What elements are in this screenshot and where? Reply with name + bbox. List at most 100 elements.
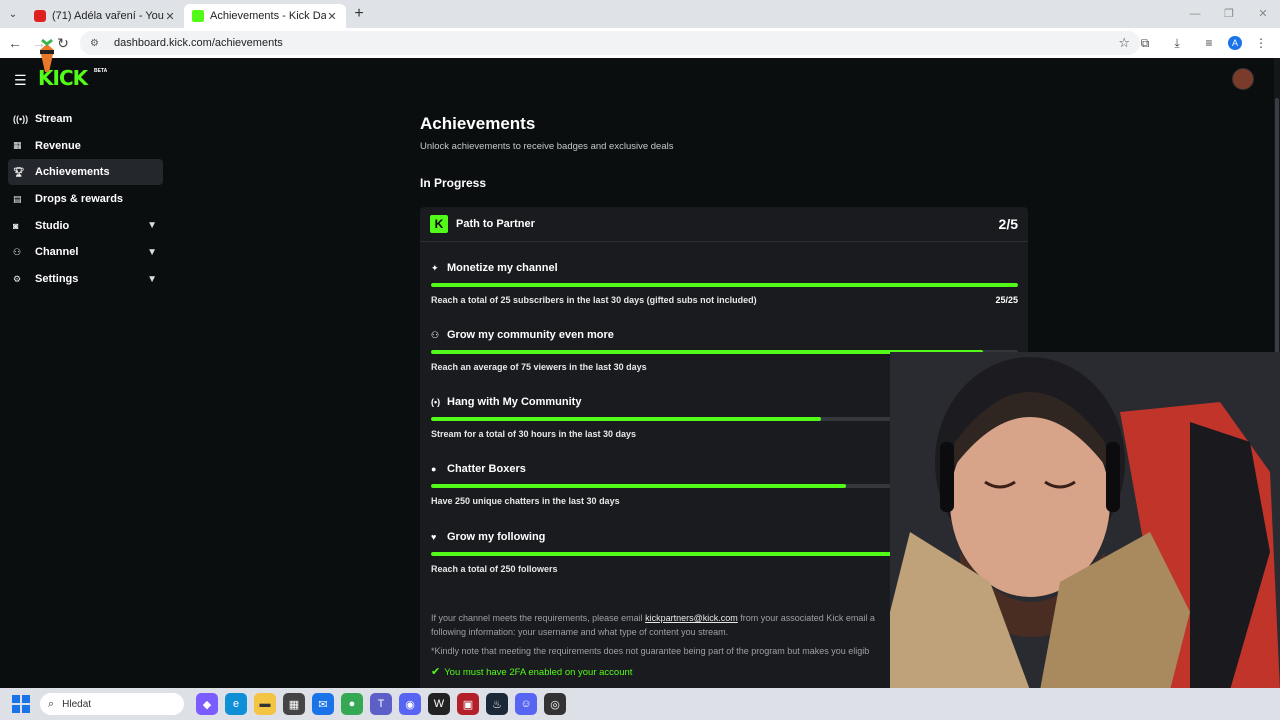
file-explorer-icon[interactable]: ▬	[254, 693, 276, 715]
partner-email-link[interactable]: kickpartners@kick.com	[645, 613, 738, 623]
minimize-icon[interactable]: —	[1178, 0, 1212, 28]
partner-note: If your channel meets the requirements, …	[431, 613, 875, 623]
users-plus-icon: ⚇	[431, 329, 440, 340]
windows-start-icon[interactable]	[12, 695, 30, 713]
card-header[interactable]: K Path to Partner 2/5	[420, 207, 1028, 242]
mail-icon[interactable]: ✉	[312, 693, 334, 715]
edge-icon[interactable]: e	[225, 693, 247, 715]
progress-fill	[431, 283, 1018, 287]
browser-tab-youtube[interactable]: (71) Adéla vaření - YouTube ✕	[26, 4, 184, 28]
browser-menu-icon[interactable]: ⋮	[1248, 36, 1274, 50]
sidebar-item-revenue[interactable]: ▦ Revenue	[8, 133, 163, 159]
sidebar-item-label: Revenue	[35, 139, 81, 152]
requirement-text: You must have 2FA enabled on your accoun…	[444, 667, 633, 678]
progress-fill	[431, 417, 822, 421]
chrome-icon[interactable]: ●	[341, 693, 363, 715]
back-button[interactable]: ←	[3, 35, 27, 51]
sidebar-item-label: Settings	[35, 273, 79, 286]
carrot-mascot-icon	[40, 38, 54, 72]
copilot-icon[interactable]: ◆	[196, 693, 218, 715]
sidebar-item-studio[interactable]: ◙ Studio ▼	[8, 213, 163, 239]
sidebar-item-drops-rewards[interactable]: ▤ Drops & rewards	[8, 186, 163, 212]
card-count: 2/5	[998, 216, 1018, 232]
card-title: Path to Partner	[456, 218, 535, 230]
sidebar-item-channel[interactable]: ⚇ Channel ▼	[8, 239, 163, 265]
sidebar-item-label: Studio	[35, 219, 70, 232]
sparkle-icon: ✦	[431, 262, 439, 273]
site-info-icon[interactable]: ⚙	[90, 38, 104, 49]
window-controls: — ❐ ✕	[1178, 0, 1280, 28]
taskbar-search[interactable]: ⌕ Hledat	[40, 693, 184, 715]
profile-avatar[interactable]: A	[1228, 36, 1242, 50]
store-icon[interactable]: ▦	[283, 693, 305, 715]
achievement-description: Reach a total of 25 subscribers in the l…	[431, 295, 757, 305]
app-icon[interactable]: ◉	[399, 693, 421, 715]
new-tab-button[interactable]: +	[346, 5, 372, 23]
maximize-icon[interactable]: ❐	[1212, 0, 1246, 28]
broadcast-icon: ((•))	[13, 114, 29, 124]
kick-logo[interactable]: KICK BETA	[38, 38, 107, 90]
hamburger-menu-icon[interactable]: ☰	[14, 72, 27, 89]
achievement-name: Monetize my channel	[447, 262, 558, 274]
sidebar-item-settings[interactable]: ⚙ Settings ▼	[8, 266, 163, 292]
sidebar: ((•)) Stream ▦ Revenue 🏆︎ Achievements ▤…	[8, 106, 163, 293]
browser-tab-strip: ⌄ (71) Adéla vaření - YouTube ✕ Achievem…	[0, 0, 1280, 28]
obs-icon[interactable]: ◎	[544, 693, 566, 715]
achievement-name: Hang with My Community	[447, 396, 582, 408]
reading-list-icon[interactable]: ≡	[1196, 36, 1222, 50]
tab-title: Achievements - Kick Dashboard	[210, 10, 326, 22]
steam-icon[interactable]: ♨	[486, 693, 508, 715]
gear-icon: ⚙	[13, 273, 22, 284]
tab-search-chevron-icon[interactable]: ⌄	[0, 0, 26, 28]
chat-bubble-icon: ●	[431, 464, 437, 474]
close-window-icon[interactable]: ✕	[1246, 0, 1280, 28]
teams-icon[interactable]: T	[370, 693, 392, 715]
achievement-item: ✦ Monetize my channel Reach a total of 25…	[431, 262, 1018, 305]
achievement-name: Grow my community even more	[447, 329, 614, 341]
achievement-name: Chatter Boxers	[447, 463, 526, 475]
tab-title: (71) Adéla vaření - YouTube	[52, 10, 164, 22]
kick-icon	[192, 10, 204, 22]
chevron-down-icon: ▼	[147, 273, 157, 285]
note-suffix: from your associated Kick email a	[737, 613, 875, 623]
close-icon[interactable]: ✕	[326, 10, 338, 23]
note-prefix: If your channel meets the requirements, …	[431, 613, 646, 623]
browser-toolbar: ← → ↻ ⚙ dashboard.kick.com/achievements …	[0, 28, 1280, 58]
achievement-item: ⚇ Grow my community even more Reach an av…	[431, 329, 1018, 372]
chart-icon: ▦	[13, 140, 22, 151]
requirement-2fa: ✔ You must have 2FA enabled on your accou…	[431, 665, 632, 678]
address-bar[interactable]: ⚙ dashboard.kick.com/achievements ☆	[80, 31, 1140, 55]
sidebar-item-label: Channel	[35, 246, 79, 259]
achievement-description: Stream for a total of 30 hours in the la…	[431, 429, 637, 439]
sidebar-item-label: Achievements	[35, 166, 110, 179]
windows-taskbar: ⌕ Hledat ◆ e ▬ ▦ ✉ ● T ◉ W ▣ ♨ ☺ ◎	[0, 688, 1280, 720]
search-placeholder: Hledat	[62, 698, 92, 710]
chevron-down-icon: ▼	[147, 220, 157, 232]
discord-icon[interactable]: ☺	[515, 693, 537, 715]
progress-fill	[431, 484, 846, 488]
beta-badge: BETA	[94, 68, 108, 74]
user-avatar[interactable]	[1232, 68, 1254, 90]
broadcast-icon: (•)	[431, 397, 441, 407]
search-icon: ⌕	[48, 697, 55, 710]
sidebar-item-achievements[interactable]: 🏆︎ Achievements	[8, 159, 163, 186]
download-icon[interactable]: ⤓	[1164, 36, 1190, 51]
youtube-icon	[34, 10, 46, 22]
progress-bar	[431, 283, 1018, 287]
page-title: Achievements	[420, 114, 536, 133]
app-red-icon[interactable]: ▣	[457, 693, 479, 715]
achievement-description: Have 250 unique chatters in the last 30 …	[431, 496, 620, 506]
extensions-icon[interactable]: ⧉	[1132, 36, 1158, 51]
achievement-progress: 25/25	[995, 295, 1018, 305]
toolbar-actions: ⧉ ⤓ ≡ A ⋮	[1126, 28, 1274, 58]
close-icon[interactable]: ✕	[164, 10, 176, 23]
sidebar-item-stream[interactable]: ((•)) Stream	[8, 106, 163, 132]
wordpress-icon[interactable]: W	[428, 693, 450, 715]
browser-tab-kick[interactable]: Achievements - Kick Dashboard ✕	[184, 4, 346, 28]
heart-icon: ♥	[431, 532, 437, 542]
section-title: In Progress	[420, 176, 487, 190]
achievement-name: Grow my following	[447, 531, 546, 543]
page-subtitle: Unlock achievements to receive badges an…	[420, 141, 674, 152]
camera-icon: ◙	[13, 220, 19, 231]
sidebar-item-label: Drops & rewards	[35, 193, 124, 206]
